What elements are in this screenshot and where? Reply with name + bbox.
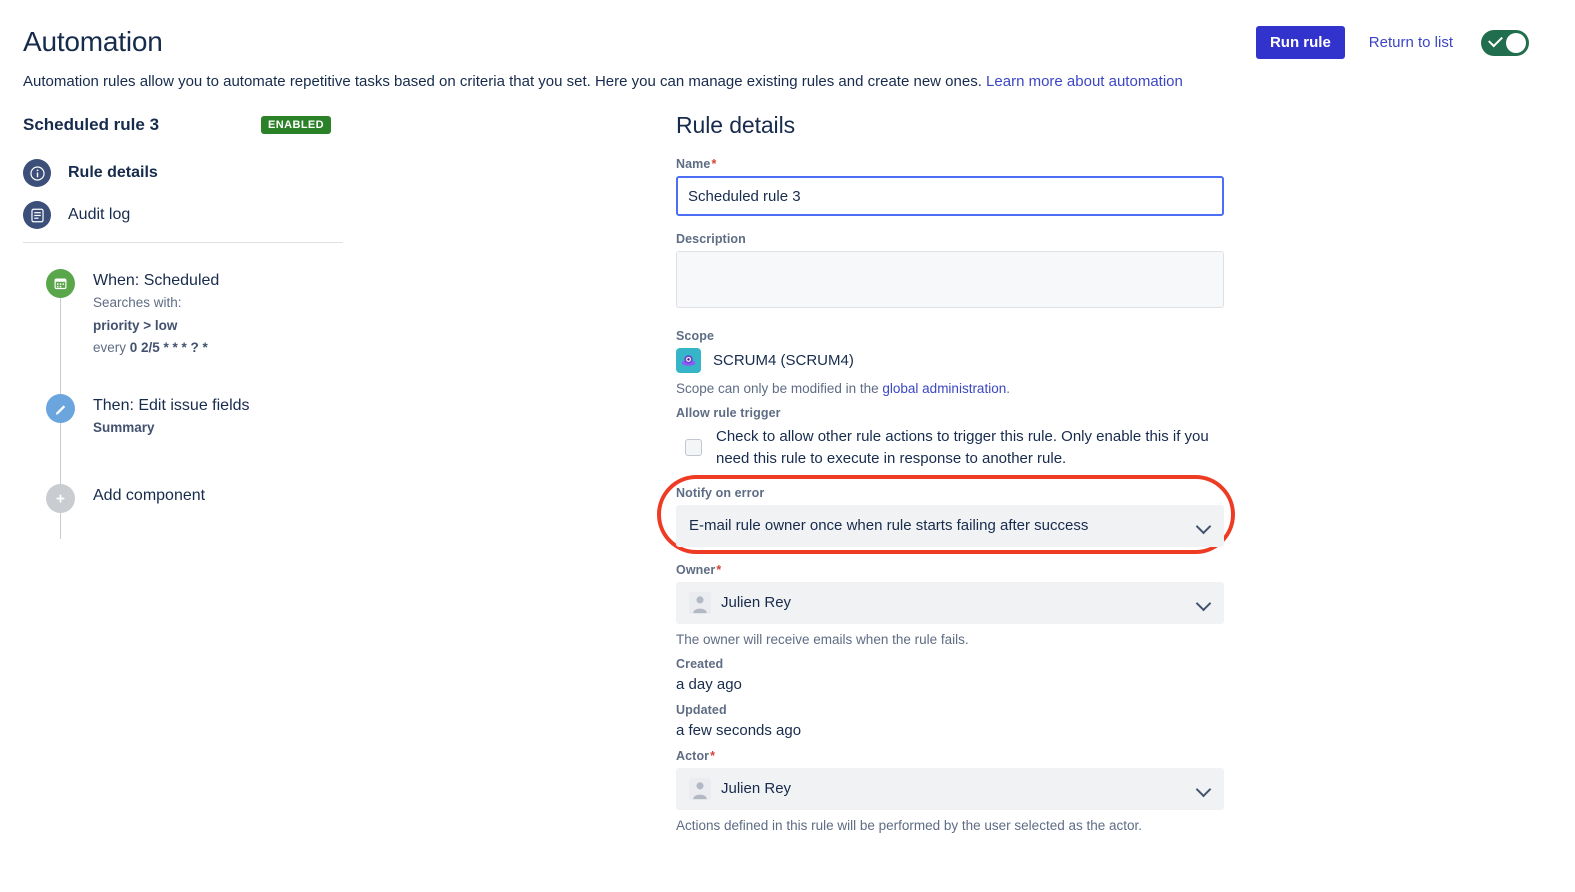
flow-item-add-component[interactable]: Add component: [23, 483, 643, 513]
global-administration-link[interactable]: global administration: [882, 381, 1006, 396]
notify-on-error-label: Notify on error: [676, 485, 765, 500]
scope-project-name: SCRUM4 (SCRUM4): [713, 352, 854, 369]
rule-enabled-toggle[interactable]: [1481, 29, 1529, 56]
required-marker: *: [711, 157, 717, 171]
updated-field-label: Updated: [676, 702, 727, 717]
allow-rule-trigger-text: Check to allow other rule actions to tri…: [716, 428, 1209, 467]
pencil-icon: [46, 394, 75, 424]
scope-row: SCRUM4 (SCRUM4): [676, 348, 1224, 373]
required-marker: *: [716, 562, 722, 577]
owner-select[interactable]: Julien Rey: [676, 581, 1224, 624]
rule-name-heading: Scheduled rule 3: [23, 115, 160, 134]
description-field-label: Description: [676, 232, 746, 246]
rule-details-panel: Rule details Name* Description Scope SCR…: [657, 112, 1235, 833]
sidebar-item-label: Audit log: [68, 206, 131, 223]
avatar: [689, 591, 711, 614]
sidebar-divider: [23, 242, 343, 243]
updated-value: a few seconds ago: [676, 721, 802, 739]
flow-item-title: Add component: [93, 486, 206, 504]
page-subtitle: Automation rules allow you to automate r…: [23, 72, 1183, 92]
actor-help-text: Actions defined in this rule will be per…: [676, 817, 1143, 833]
list-document-icon: [23, 201, 51, 229]
project-avatar-icon: [676, 348, 701, 373]
plus-icon: [46, 483, 75, 513]
run-rule-button[interactable]: Run rule: [1255, 26, 1345, 59]
created-value: a day ago: [676, 675, 742, 693]
actor-field-label: Actor*: [676, 748, 716, 763]
description-textarea[interactable]: [676, 251, 1224, 308]
owner-help-text: The owner will receive emails when the r…: [676, 631, 969, 647]
name-field-label: Name*: [676, 157, 717, 171]
rule-details-heading: Rule details: [676, 112, 795, 138]
allow-rule-trigger-label: Allow rule trigger: [676, 406, 781, 420]
flow-item-jql: priority > low: [93, 317, 178, 333]
avatar: [689, 777, 711, 800]
status-badge: ENABLED: [261, 115, 332, 135]
scope-field-label: Scope: [676, 329, 715, 343]
chevron-down-icon: [1195, 595, 1212, 611]
flow-item-body: Then: Edit issue fields Summary: [93, 394, 250, 440]
page-title: Automation: [23, 26, 163, 57]
sidebar-item-label: Rule details: [68, 164, 158, 181]
rule-header: Scheduled rule 3 ENABLED: [23, 110, 643, 140]
name-input[interactable]: [676, 176, 1224, 216]
subtitle-text: Automation rules allow you to automate r…: [23, 73, 987, 90]
required-marker: *: [710, 748, 716, 763]
flow-item-body: Add component: [93, 484, 205, 513]
flow-item-cron: 0 2/5 * * * ? *: [129, 340, 208, 356]
chevron-down-icon: [1195, 781, 1212, 797]
learn-more-link[interactable]: Learn more about automation: [986, 73, 1183, 90]
flow-item-title: Then: Edit issue fields: [93, 397, 250, 415]
chevron-down-icon: [1195, 518, 1212, 534]
flow-item-every-prefix: every: [93, 340, 130, 356]
info-circle-icon: [23, 159, 51, 187]
flow-item-action[interactable]: Then: Edit issue fields Summary: [23, 394, 643, 440]
notify-on-error-group: Notify on error E-mail rule owner once w…: [657, 474, 1235, 554]
flow-item-searches-label: Searches with:: [93, 294, 182, 310]
sidebar-item-audit-log[interactable]: Audit log: [23, 198, 643, 232]
sidebar-nav: Rule details Audit log: [23, 156, 643, 232]
flow-item-body: When: Scheduled Searches with: priority …: [93, 269, 219, 360]
rule-flow: When: Scheduled Searches with: priority …: [23, 269, 643, 539]
allow-rule-trigger-checkbox[interactable]: [685, 439, 702, 456]
allow-rule-trigger-row[interactable]: Check to allow other rule actions to tri…: [676, 426, 1224, 470]
flow-item-title: When: Scheduled: [93, 272, 220, 289]
flow-item-trigger[interactable]: When: Scheduled Searches with: priority …: [23, 269, 643, 360]
header-actions: Run rule Return to list: [1255, 26, 1529, 59]
sidebar-item-rule-details[interactable]: Rule details: [23, 156, 643, 190]
rule-sidebar: Scheduled rule 3 ENABLED Rule details Au…: [23, 110, 643, 539]
check-icon: [1488, 32, 1503, 47]
created-field-label: Created: [676, 656, 724, 671]
flow-item-field: Summary: [93, 420, 155, 435]
return-to-list-link[interactable]: Return to list: [1369, 34, 1453, 51]
owner-value: Julien Rey: [721, 594, 792, 611]
calendar-icon: [46, 269, 75, 298]
actor-value: Julien Rey: [721, 780, 792, 797]
owner-field-label: Owner*: [676, 562, 722, 577]
toggle-knob: [1506, 32, 1526, 53]
notify-on-error-value: E-mail rule owner once when rule starts …: [689, 517, 1089, 534]
scope-help-text: Scope can only be modified in the global…: [676, 381, 1010, 396]
notify-on-error-select[interactable]: E-mail rule owner once when rule starts …: [676, 504, 1224, 547]
actor-select[interactable]: Julien Rey: [676, 767, 1224, 810]
